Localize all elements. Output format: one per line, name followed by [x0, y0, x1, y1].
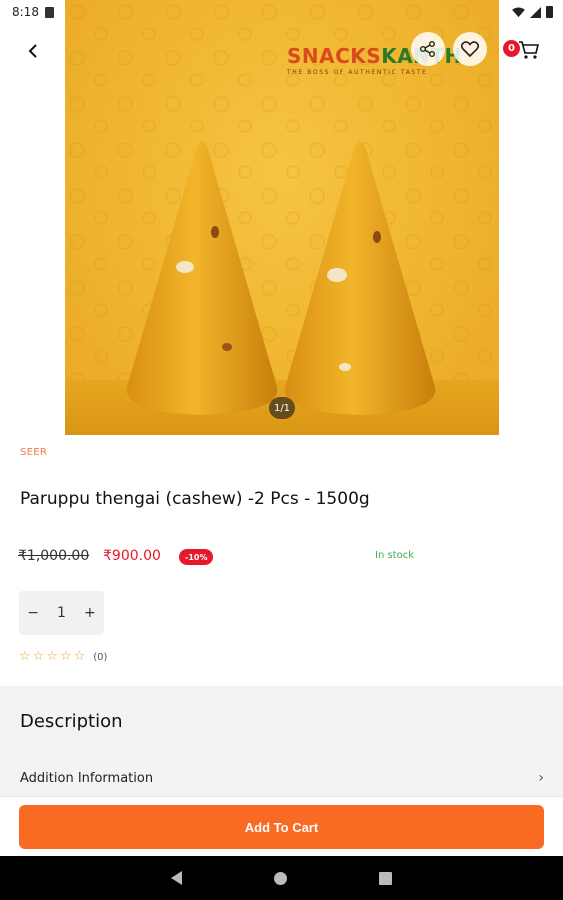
back-arrow-icon	[28, 44, 37, 58]
product-rating[interactable]: ☆ ☆ ☆ ☆ ☆ (0)	[19, 650, 107, 664]
star-outline-icon: ☆	[46, 649, 58, 664]
star-outline-icon: ☆	[32, 649, 45, 664]
add-to-cart-button[interactable]: Add To Cart	[19, 805, 544, 849]
info-section: Description Addition Information ›	[0, 686, 563, 796]
stock-status: In stock	[375, 550, 415, 561]
nav-home-icon[interactable]	[274, 871, 287, 885]
status-left: 8:18	[12, 5, 54, 19]
sd-card-icon	[44, 6, 54, 18]
signal-icon	[530, 6, 541, 18]
cart-button[interactable]: 0	[500, 36, 544, 66]
status-bar: 8:18	[0, 0, 563, 24]
heart-icon	[461, 41, 479, 57]
image-counter: 1/1	[269, 397, 295, 419]
sweet-cone-left	[126, 141, 278, 415]
bottom-action-bar: Add To Cart	[0, 796, 563, 856]
price-row: ₹1,000.00 ₹900.00 -10% In stock	[18, 546, 538, 568]
additional-information-row[interactable]: Addition Information ›	[20, 770, 544, 786]
increment-button[interactable]: +	[83, 605, 97, 621]
product-category[interactable]: SEER	[20, 447, 47, 458]
wifi-icon	[512, 6, 525, 17]
wishlist-button[interactable]	[453, 32, 487, 66]
status-right	[512, 6, 553, 18]
product-title: Paruppu thengai (cashew) -2 Pcs - 1500g	[20, 489, 370, 509]
nav-recents-icon[interactable]	[379, 871, 392, 885]
status-time: 8:18	[12, 5, 39, 19]
nav-back-icon[interactable]	[171, 871, 182, 885]
sale-price: ₹900.00	[103, 548, 161, 564]
discount-badge: -10%	[179, 549, 214, 565]
decrement-button[interactable]: −	[26, 605, 40, 621]
quantity-stepper: − 1 +	[19, 591, 104, 635]
star-outline-icon: ☆	[59, 649, 72, 664]
additional-information-label: Addition Information	[20, 770, 154, 786]
star-outline-icon: ☆	[19, 649, 31, 664]
battery-icon	[546, 6, 553, 18]
product-image[interactable]: SNACKSKANTH THE BOSS OF AUTHENTIC TASTE …	[65, 0, 499, 435]
brand-tagline: THE BOSS OF AUTHENTIC TASTE	[287, 69, 428, 76]
description-title: Description	[20, 711, 123, 732]
original-price: ₹1,000.00	[18, 548, 90, 564]
system-navigation-bar	[0, 856, 563, 900]
sweet-cone-right	[284, 141, 436, 415]
share-icon	[420, 41, 435, 57]
share-button[interactable]	[411, 32, 445, 66]
cart-icon	[519, 41, 540, 59]
star-outline-icon: ☆	[73, 649, 86, 664]
back-button[interactable]	[18, 36, 48, 66]
chevron-right-icon: ›	[538, 770, 544, 786]
quantity-value: 1	[57, 605, 66, 621]
brand-name-left: SNACKS	[287, 44, 382, 68]
rating-count: (0)	[93, 651, 108, 663]
